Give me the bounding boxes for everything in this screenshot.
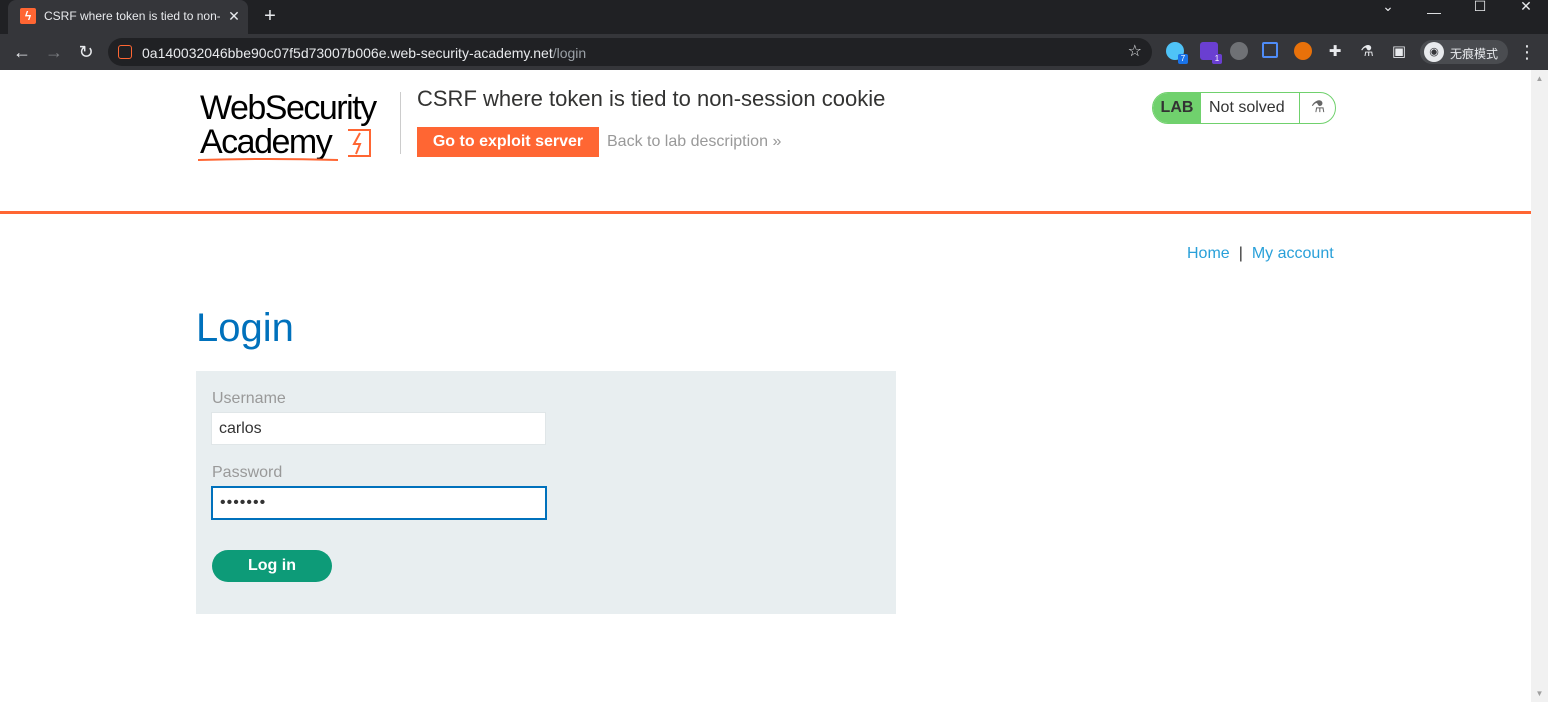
username-label: Username bbox=[212, 390, 286, 407]
header-divider bbox=[400, 92, 401, 154]
logo-bolt-icon bbox=[348, 129, 371, 157]
browser-tab-strip: ϟ CSRF where token is tied to non-sessio… bbox=[0, 0, 1548, 34]
close-tab-icon[interactable]: ✕ bbox=[226, 8, 242, 24]
reload-icon[interactable]: ↻ bbox=[75, 41, 97, 63]
scroll-up-arrow-icon[interactable]: ▲ bbox=[1531, 74, 1548, 83]
tab-title: CSRF where token is tied to non-session … bbox=[44, 9, 220, 23]
browser-toolbar: ← → ↻ 0a140032046bbe90c07f5d73007b006e.w… bbox=[0, 34, 1548, 70]
exploit-server-button[interactable]: Go to exploit server bbox=[417, 127, 599, 157]
double-chevron-right-icon: » bbox=[772, 133, 782, 150]
extensions-puzzle-icon[interactable]: ✚ bbox=[1324, 41, 1346, 63]
browser-tab[interactable]: ϟ CSRF where token is tied to non-sessio… bbox=[8, 0, 248, 34]
labs-flask-icon[interactable]: ⚗ bbox=[1356, 41, 1378, 63]
address-bar[interactable]: 0a140032046bbe90c07f5d73007b006e.web-sec… bbox=[108, 38, 1152, 66]
extension-cube-icon[interactable]: 1 bbox=[1200, 42, 1222, 64]
password-field[interactable] bbox=[211, 486, 547, 520]
page-title: Login bbox=[196, 306, 294, 350]
back-link-label: Back to lab description bbox=[607, 133, 768, 150]
flask-icon: ⚗ bbox=[1299, 93, 1335, 123]
back-arrow-icon[interactable]: ← bbox=[11, 41, 33, 63]
extension-gear-icon[interactable] bbox=[1230, 42, 1248, 60]
home-link[interactable]: Home bbox=[1187, 245, 1230, 262]
incognito-icon: ◉ bbox=[1424, 42, 1444, 62]
password-label: Password bbox=[212, 464, 283, 481]
lab-tag: LAB bbox=[1153, 93, 1201, 123]
top-navigation: Home | My account bbox=[1187, 245, 1334, 263]
web-security-academy-logo[interactable]: WebSecurity Academy bbox=[198, 90, 398, 162]
page-scrollbar[interactable]: ▲ ▼ bbox=[1531, 70, 1548, 702]
scroll-down-arrow-icon[interactable]: ▼ bbox=[1531, 689, 1548, 698]
url-text: 0a140032046bbe90c07f5d73007b006e.web-sec… bbox=[142, 45, 586, 61]
maximize-icon[interactable]: ☐ bbox=[1460, 0, 1500, 30]
browser-menu-icon[interactable]: ⋮ bbox=[1518, 41, 1536, 63]
incognito-label: 无痕模式 bbox=[1450, 47, 1499, 61]
url-path: /login bbox=[552, 45, 587, 61]
close-window-icon[interactable]: ✕ bbox=[1506, 0, 1546, 30]
extension-search-icon[interactable]: 7 bbox=[1166, 42, 1188, 64]
back-to-lab-link[interactable]: Back to lab description » bbox=[607, 133, 781, 151]
lab-title: CSRF where token is tied to non-session … bbox=[417, 86, 886, 111]
lab-status-text: Not solved bbox=[1209, 99, 1285, 116]
extension-badge: 7 bbox=[1178, 54, 1188, 64]
logo-underline-icon bbox=[198, 158, 338, 161]
lab-favicon-icon: ϟ bbox=[20, 8, 36, 24]
extension-crop-icon[interactable] bbox=[1262, 42, 1278, 58]
web-page: WebSecurity Academy CSRF where token is … bbox=[0, 70, 1531, 702]
nav-separator: | bbox=[1238, 245, 1243, 262]
minimize-icon[interactable]: — bbox=[1414, 5, 1454, 36]
logo-text-line1: WebSecurity bbox=[200, 89, 377, 127]
new-tab-button[interactable]: + bbox=[260, 5, 280, 27]
lab-status-badge: LAB Not solved ⚗ bbox=[1152, 92, 1336, 124]
login-form: Username Password Log in bbox=[196, 371, 896, 614]
login-button[interactable]: Log in bbox=[212, 550, 332, 582]
extension-badge: 1 bbox=[1212, 54, 1222, 64]
forward-arrow-icon[interactable]: → bbox=[43, 41, 65, 63]
side-panel-icon[interactable]: ▣ bbox=[1388, 41, 1410, 63]
bookmark-star-icon[interactable]: ☆ bbox=[1128, 41, 1142, 61]
username-field[interactable] bbox=[211, 412, 546, 445]
incognito-indicator[interactable]: ◉ 无痕模式 bbox=[1420, 40, 1508, 64]
url-host: 0a140032046bbe90c07f5d73007b006e.web-sec… bbox=[142, 45, 553, 61]
my-account-link[interactable]: My account bbox=[1252, 245, 1334, 262]
extension-firefox-icon[interactable] bbox=[1294, 42, 1312, 60]
logo-text-line2: Academy bbox=[200, 123, 333, 161]
header-rule bbox=[0, 211, 1531, 214]
site-info-icon[interactable] bbox=[118, 45, 132, 59]
tab-search-chevron-icon[interactable]: ⌄ bbox=[1368, 0, 1408, 30]
